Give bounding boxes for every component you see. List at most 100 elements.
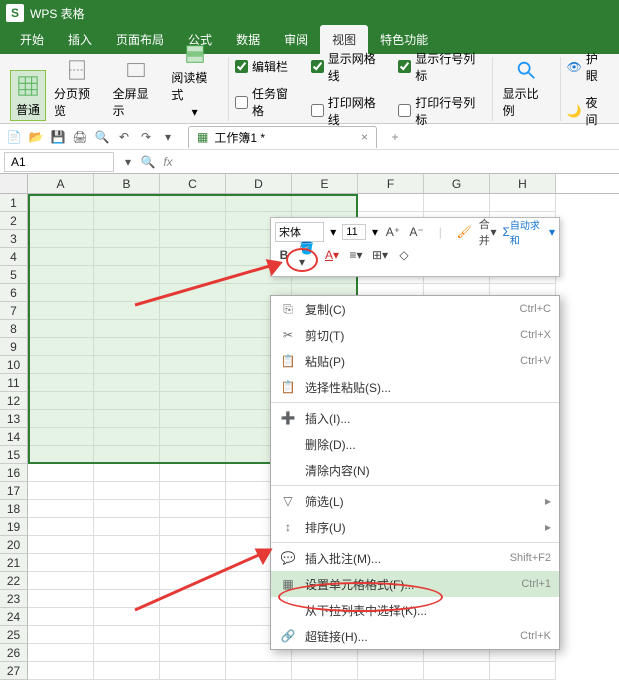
cell[interactable] <box>160 284 226 302</box>
cell[interactable] <box>28 644 94 662</box>
row-head[interactable]: 2 <box>0 212 28 230</box>
cell[interactable] <box>160 392 226 410</box>
qat-preview-icon[interactable]: 🔍 <box>92 127 112 147</box>
cell[interactable] <box>358 194 424 212</box>
row-head[interactable]: 22 <box>0 572 28 590</box>
ctx-format-cells[interactable]: ▦设置单元格格式(F)...Ctrl+1 <box>271 571 559 597</box>
ctx-clear[interactable]: 清除内容(N) <box>271 457 559 483</box>
qat-undo-icon[interactable]: ↶ <box>114 127 134 147</box>
row-head[interactable]: 21 <box>0 554 28 572</box>
cell[interactable] <box>94 302 160 320</box>
tab-layout[interactable]: 页面布局 <box>104 25 176 54</box>
cell[interactable] <box>28 554 94 572</box>
cell[interactable] <box>94 248 160 266</box>
cell[interactable] <box>94 590 160 608</box>
cell[interactable] <box>160 518 226 536</box>
cell[interactable] <box>160 626 226 644</box>
name-box-input[interactable] <box>4 152 114 172</box>
format-painter-icon[interactable]: 🖌 <box>455 223 473 241</box>
cell[interactable] <box>28 518 94 536</box>
ctx-sort[interactable]: ↕排序(U)▸ <box>271 514 559 540</box>
border-icon[interactable]: ⊞▾ <box>371 246 389 264</box>
cell[interactable] <box>94 482 160 500</box>
increase-font-icon[interactable]: A⁺ <box>384 223 402 241</box>
cell[interactable] <box>160 338 226 356</box>
cell[interactable] <box>160 482 226 500</box>
row-head[interactable]: 7 <box>0 302 28 320</box>
qat-more-icon[interactable]: ▾ <box>158 127 178 147</box>
cell[interactable] <box>94 572 160 590</box>
cell[interactable] <box>94 284 160 302</box>
row-head[interactable]: 15 <box>0 446 28 464</box>
cell[interactable] <box>28 194 94 212</box>
cell[interactable] <box>160 410 226 428</box>
cell[interactable] <box>358 662 424 680</box>
col-head[interactable]: B <box>94 174 160 193</box>
cell[interactable] <box>94 410 160 428</box>
tab-start[interactable]: 开始 <box>8 25 56 54</box>
ctx-hyperlink[interactable]: 🔗超链接(H)...Ctrl+K <box>271 623 559 649</box>
eyecare-button[interactable]: 👁护眼 <box>567 48 609 86</box>
row-head[interactable]: 18 <box>0 500 28 518</box>
row-head[interactable]: 3 <box>0 230 28 248</box>
close-tab-icon[interactable]: × <box>361 130 368 144</box>
row-head[interactable]: 24 <box>0 608 28 626</box>
cell[interactable] <box>94 464 160 482</box>
cell[interactable] <box>94 320 160 338</box>
cell[interactable] <box>490 662 556 680</box>
size-dd-icon[interactable]: ▾ <box>372 225 378 239</box>
cell[interactable] <box>160 248 226 266</box>
cell[interactable] <box>160 230 226 248</box>
cell[interactable] <box>28 266 94 284</box>
fontsize-select[interactable]: 11 <box>342 224 366 240</box>
cell[interactable] <box>160 662 226 680</box>
decrease-font-icon[interactable]: A⁻ <box>408 223 426 241</box>
cell[interactable] <box>490 194 556 212</box>
qat-save-icon[interactable]: 💾 <box>48 127 68 147</box>
font-dd-icon[interactable]: ▾ <box>330 225 336 239</box>
cell[interactable] <box>424 662 490 680</box>
cell[interactable] <box>94 662 160 680</box>
cell[interactable] <box>292 194 358 212</box>
col-head[interactable]: E <box>292 174 358 193</box>
bold-icon[interactable]: B <box>275 246 293 264</box>
cell[interactable] <box>94 500 160 518</box>
cell[interactable] <box>28 608 94 626</box>
ctx-dropdown[interactable]: 从下拉列表中选择(K)... <box>271 597 559 623</box>
row-head[interactable]: 1 <box>0 194 28 212</box>
autosum-button[interactable]: Σ自动求和▾ <box>502 223 555 241</box>
row-head[interactable]: 16 <box>0 464 28 482</box>
ctx-paste[interactable]: 📋粘贴(P)Ctrl+V <box>271 348 559 374</box>
cell[interactable] <box>94 266 160 284</box>
view-normal-button[interactable]: 普通 <box>10 70 46 121</box>
select-all-corner[interactable] <box>0 174 28 193</box>
row-head[interactable]: 26 <box>0 644 28 662</box>
row-head[interactable]: 14 <box>0 428 28 446</box>
cell[interactable] <box>28 212 94 230</box>
cell[interactable] <box>28 356 94 374</box>
cell[interactable] <box>28 500 94 518</box>
cell[interactable] <box>94 212 160 230</box>
row-head[interactable]: 27 <box>0 662 28 680</box>
row-head[interactable]: 19 <box>0 518 28 536</box>
cell[interactable] <box>28 482 94 500</box>
night-button[interactable]: 🌙夜间 <box>567 92 609 130</box>
cell[interactable] <box>28 572 94 590</box>
cell[interactable] <box>28 338 94 356</box>
row-head[interactable]: 25 <box>0 626 28 644</box>
cell[interactable] <box>28 446 94 464</box>
cell[interactable] <box>94 338 160 356</box>
cell[interactable] <box>28 248 94 266</box>
cell[interactable] <box>160 500 226 518</box>
col-head[interactable]: F <box>358 174 424 193</box>
view-readmode-button[interactable]: 阅读模式▾ <box>167 39 222 121</box>
cell[interactable] <box>28 590 94 608</box>
col-head[interactable]: C <box>160 174 226 193</box>
ctx-comment[interactable]: 💬插入批注(M)...Shift+F2 <box>271 545 559 571</box>
cell[interactable] <box>160 572 226 590</box>
cell[interactable] <box>94 374 160 392</box>
tab-insert[interactable]: 插入 <box>56 25 104 54</box>
row-head[interactable]: 9 <box>0 338 28 356</box>
cell[interactable] <box>28 374 94 392</box>
col-head[interactable]: D <box>226 174 292 193</box>
